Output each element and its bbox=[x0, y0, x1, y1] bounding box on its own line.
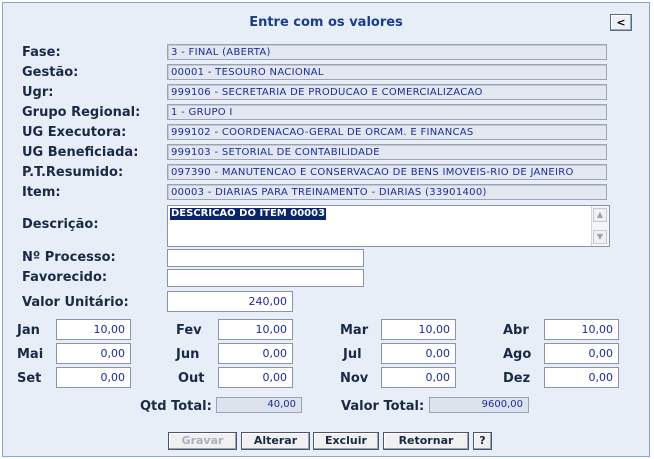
descricao-scrollbar[interactable]: ▲ ▼ bbox=[591, 206, 609, 246]
fase-label: Fase: bbox=[22, 45, 61, 60]
fev-label: Fev bbox=[176, 323, 202, 338]
retornar-button[interactable]: Retornar bbox=[383, 432, 469, 450]
valor-total-field: 9600,00 bbox=[429, 397, 529, 413]
mar-input[interactable]: 10,00 bbox=[381, 319, 456, 340]
scroll-down-icon[interactable]: ▼ bbox=[593, 230, 607, 244]
jul-label: Jul bbox=[343, 347, 362, 362]
dez-label: Dez bbox=[503, 371, 531, 386]
fev-input[interactable]: 10,00 bbox=[218, 319, 293, 340]
descricao-label: Descrição: bbox=[22, 217, 99, 232]
qtd-total-field: 40,00 bbox=[216, 397, 302, 413]
item-label: Item: bbox=[22, 185, 61, 200]
set-label: Set bbox=[17, 371, 42, 386]
jan-input[interactable]: 10,00 bbox=[56, 319, 131, 340]
set-input[interactable]: 0,00 bbox=[56, 367, 131, 388]
ago-input[interactable]: 0,00 bbox=[544, 343, 619, 364]
grupo-regional-label: Grupo Regional: bbox=[22, 105, 141, 120]
valor-total-label: Valor Total: bbox=[341, 399, 425, 414]
gestao-label: Gestão: bbox=[22, 65, 79, 80]
back-button[interactable]: < bbox=[610, 14, 632, 31]
jun-label: Jun bbox=[176, 347, 200, 362]
processo-input[interactable] bbox=[167, 249, 364, 267]
fase-field: 3 - FINAL (ABERTA) bbox=[167, 44, 607, 60]
grupo-regional-field: 1 - GRUPO I bbox=[167, 104, 607, 120]
descricao-textarea[interactable]: DESCRICAO DO ITEM 00003 ▲ ▼ bbox=[167, 205, 610, 247]
abr-label: Abr bbox=[503, 323, 529, 338]
pt-resumido-field: 097390 - MANUTENCAO E CONSERVACAO DE BEN… bbox=[167, 164, 607, 180]
out-label: Out bbox=[178, 371, 205, 386]
pt-resumido-label: P.T.Resumido: bbox=[22, 165, 124, 180]
nov-label: Nov bbox=[340, 371, 369, 386]
scroll-up-icon[interactable]: ▲ bbox=[593, 208, 607, 222]
mai-label: Mai bbox=[17, 347, 44, 362]
jun-input[interactable]: 0,00 bbox=[218, 343, 293, 364]
qtd-total-label: Qtd Total: bbox=[140, 399, 212, 414]
ug-executora-field: 999102 - COORDENACAO-GERAL DE ORCAM. E F… bbox=[167, 124, 607, 140]
abr-input[interactable]: 10,00 bbox=[544, 319, 619, 340]
ugr-label: Ugr: bbox=[22, 85, 54, 100]
jan-label: Jan bbox=[17, 323, 40, 338]
nov-input[interactable]: 0,00 bbox=[381, 367, 456, 388]
out-input[interactable]: 0,00 bbox=[218, 367, 293, 388]
valor-unitario-input[interactable]: 240,00 bbox=[167, 291, 293, 312]
favorecido-label: Favorecido: bbox=[22, 270, 108, 285]
ugr-field: 999106 - SECRETARIA DE PRODUCAO E COMERC… bbox=[167, 84, 607, 100]
ug-executora-label: UG Executora: bbox=[22, 125, 127, 140]
favorecido-input[interactable] bbox=[167, 269, 364, 287]
mai-input[interactable]: 0,00 bbox=[56, 343, 131, 364]
gestao-field: 00001 - TESOURO NACIONAL bbox=[167, 64, 607, 80]
processo-label: Nº Processo: bbox=[22, 250, 116, 265]
item-field: 00003 - DIARIAS PARA TREINAMENTO - DIARI… bbox=[167, 184, 607, 200]
mar-label: Mar bbox=[340, 323, 369, 338]
gravar-button[interactable]: Gravar bbox=[168, 432, 237, 450]
help-button[interactable]: ? bbox=[473, 432, 492, 450]
jul-input[interactable]: 0,00 bbox=[381, 343, 456, 364]
descricao-selected-text: DESCRICAO DO ITEM 00003 bbox=[170, 208, 327, 220]
valor-unitario-label: Valor Unitário: bbox=[22, 295, 129, 310]
dez-input[interactable]: 0,00 bbox=[544, 367, 619, 388]
ug-beneficiada-field: 999103 - SETORIAL DE CONTABILIDADE bbox=[167, 144, 607, 160]
form-title: Entre com os valores bbox=[249, 15, 403, 30]
alterar-button[interactable]: Alterar bbox=[241, 432, 310, 450]
excluir-button[interactable]: Excluir bbox=[313, 432, 379, 450]
ug-beneficiada-label: UG Beneficiada: bbox=[22, 145, 139, 160]
form-panel: Entre com os valores < Fase: 3 - FINAL (… bbox=[2, 2, 650, 457]
ago-label: Ago bbox=[503, 347, 532, 362]
